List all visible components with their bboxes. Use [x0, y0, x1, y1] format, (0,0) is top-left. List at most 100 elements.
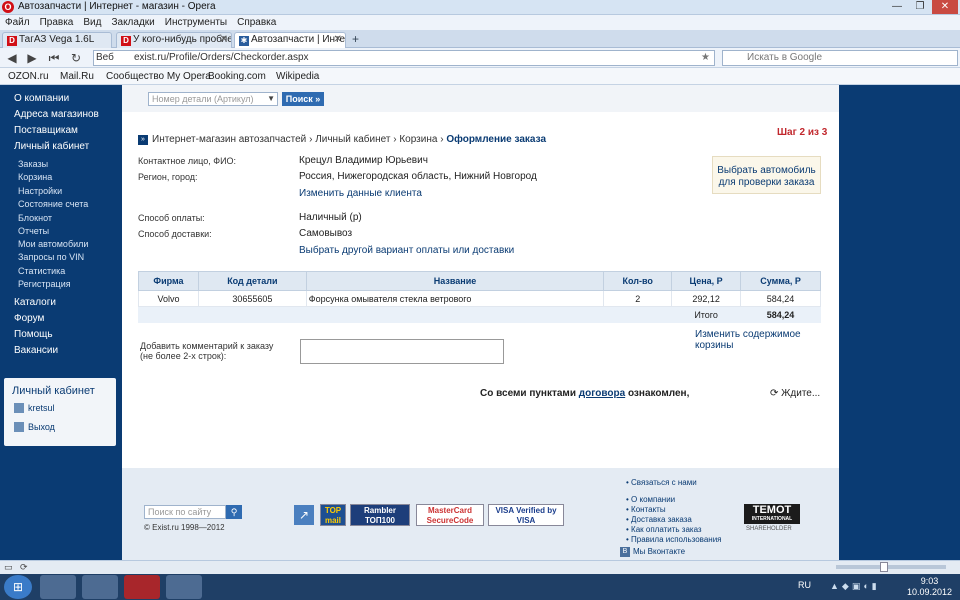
explorer-icon[interactable] — [82, 575, 118, 599]
minimize-button[interactable]: — — [886, 0, 908, 14]
tab-exist[interactable]: ✱Автозапчасти | Интер...✕ — [234, 32, 346, 48]
mastercard-badge[interactable]: MasterCard SecureCode — [416, 504, 484, 526]
nav-vin-requests[interactable]: Запросы по VIN — [18, 252, 84, 262]
nav-forum[interactable]: Форум — [14, 313, 44, 324]
username[interactable]: kretsul — [28, 403, 55, 413]
cell-sum: 584,24 — [740, 290, 821, 307]
nav-help[interactable]: Помощь — [14, 329, 53, 340]
contract-link[interactable]: договора — [579, 388, 625, 399]
nav-cart[interactable]: Корзина — [18, 172, 52, 182]
back-arrow-icon[interactable]: ◀ — [4, 50, 20, 66]
menu-bar: Файл Правка Вид Закладки Инструменты Справка — [0, 15, 960, 30]
language-indicator[interactable]: RU — [798, 580, 811, 590]
zoom-slider[interactable] — [836, 565, 946, 569]
bookmark-booking[interactable]: Booking.com — [208, 70, 266, 83]
bookmark-myopera[interactable]: Сообщество My Opera — [106, 70, 211, 83]
url-field[interactable]: Веб exist.ru/Profile/Orders/Checkorder.a… — [93, 50, 715, 66]
footer-link-about[interactable]: • О компании — [626, 495, 675, 504]
logout-icon — [14, 422, 24, 432]
choose-car-box[interactable]: Выбрать автомобиль для проверки заказа — [712, 156, 821, 194]
menu-bookmarks[interactable]: Закладки — [106, 15, 159, 30]
nav-statistics[interactable]: Статистика — [18, 266, 65, 276]
footer-link-rules[interactable]: • Правила использования — [626, 535, 722, 544]
arrow-logo-icon[interactable]: ↗ — [294, 505, 314, 525]
main-content: Номер детали (Артикул) ▼ Поиск » » Интерн… — [122, 85, 839, 560]
google-search-input[interactable]: Искать в Google — [722, 50, 958, 66]
comment-label: Добавить комментарий к заказу (не более … — [140, 341, 274, 361]
bookmark-star-icon[interactable]: ★ — [701, 51, 710, 65]
reload-icon[interactable]: ↻ — [68, 50, 84, 66]
bookmark-wikipedia[interactable]: Wikipedia — [276, 70, 319, 83]
forward-arrow-icon[interactable]: ▶ — [24, 50, 40, 66]
opera-task-icon[interactable] — [124, 575, 160, 599]
menu-file[interactable]: Файл — [0, 15, 35, 30]
spinner-icon: ⟳ — [770, 388, 779, 399]
dropdown-arrow-icon[interactable]: ▼ — [267, 93, 275, 105]
nav-addresses[interactable]: Адреса магазинов — [14, 109, 99, 120]
contact-us-link[interactable]: • Связаться с нами — [626, 478, 697, 487]
menu-edit[interactable]: Правка — [35, 15, 79, 30]
logout-link[interactable]: Выход — [28, 422, 55, 432]
menu-view[interactable]: Вид — [78, 15, 106, 30]
footer-link-contacts[interactable]: • Контакты — [626, 505, 666, 514]
zoom-slider-handle[interactable] — [880, 562, 888, 572]
breadcrumb-cabinet[interactable]: Личный кабинет — [315, 134, 390, 145]
site-search-icon[interactable]: ⚲ — [226, 505, 242, 519]
menu-help[interactable]: Справка — [232, 15, 281, 30]
footer-link-payment[interactable]: • Как оплатить заказ — [626, 525, 702, 534]
nav-vacancies[interactable]: Вакансии — [14, 345, 58, 356]
nav-notebook[interactable]: Блокнот — [18, 213, 52, 223]
site-search-input[interactable]: Поиск по сайту — [144, 505, 226, 519]
temot-logo[interactable]: TEMOT INTERNATIONAL — [744, 504, 800, 524]
breadcrumb-arrow-icon: » — [138, 135, 148, 145]
nav-orders[interactable]: Заказы — [18, 159, 48, 169]
media-player-icon[interactable] — [40, 575, 76, 599]
menu-tools[interactable]: Инструменты — [160, 15, 232, 30]
maximize-button[interactable]: ❐ — [909, 0, 931, 14]
bookmark-ozon[interactable]: OZON.ru — [8, 70, 49, 83]
page: О компании Адреса магазинов Поставщикам … — [0, 85, 960, 560]
close-button[interactable]: ✕ — [932, 0, 958, 14]
edit-cart-link[interactable]: Изменить содержимое корзины — [695, 329, 839, 351]
nav-cabinet[interactable]: Личный кабинет — [14, 141, 89, 152]
nav-about[interactable]: О компании — [14, 93, 69, 104]
breadcrumb-cart[interactable]: Корзина — [399, 134, 437, 145]
delivery-label: Способ доставки: — [138, 229, 212, 239]
breadcrumb: Интернет-магазин автозапчастей › Личный … — [152, 134, 547, 145]
tab-close-icon[interactable]: ✕ — [334, 33, 342, 47]
tab-problem[interactable]: DУ кого-нибудь пробле... ✕ — [116, 32, 232, 48]
top-mail-badge[interactable]: TOP mail — [320, 504, 346, 526]
change-client-link[interactable]: Изменить данные клиента — [299, 188, 422, 199]
nav-catalogs[interactable]: Каталоги — [14, 297, 56, 308]
clock[interactable]: 9:03 10.09.2012 — [907, 576, 952, 598]
rambler-badge[interactable]: Rambler ТОП100 — [350, 504, 410, 526]
tab-close-icon[interactable]: ✕ — [220, 33, 228, 47]
search-button[interactable]: Поиск » — [282, 92, 324, 106]
nav-account[interactable]: Состояние счета — [18, 199, 88, 209]
nav-my-cars[interactable]: Мои автомобили — [18, 239, 88, 249]
tab-tagaz[interactable]: D ТагАЗ Vega 1.6L — [2, 32, 112, 48]
paint-icon[interactable] — [166, 575, 202, 599]
footer-link-delivery[interactable]: • Доставка заказа — [626, 515, 692, 524]
agreement-text: Со всеми пунктами договора ознакомлен, — [480, 388, 690, 399]
bookmark-mailru[interactable]: Mail.Ru — [60, 70, 94, 83]
part-number-input[interactable]: Номер детали (Артикул) ▼ — [148, 92, 278, 106]
nav-suppliers[interactable]: Поставщикам — [14, 125, 78, 136]
col-price: Цена, Р — [671, 271, 742, 291]
vk-link[interactable]: Мы Вконтакте — [633, 547, 685, 556]
nav-registration[interactable]: Регистрация — [18, 279, 71, 289]
choose-car-line2: для проверки заказа — [718, 177, 815, 188]
nav-reports[interactable]: Отчеты — [18, 226, 49, 236]
panel-toggle-icon[interactable]: ▭ — [4, 562, 13, 573]
new-tab-plus-icon[interactable]: + — [352, 32, 359, 46]
tray-icons[interactable]: ▲◆▣◐▮ — [830, 581, 910, 593]
nav-settings[interactable]: Настройки — [18, 186, 62, 196]
col-name: Название — [305, 271, 605, 291]
breadcrumb-shop[interactable]: Интернет-магазин автозапчастей — [152, 134, 306, 145]
visa-badge[interactable]: VISA Verified by VISA — [488, 504, 564, 526]
change-payment-link[interactable]: Выбрать другой вариант оплаты или достав… — [299, 245, 514, 256]
comment-textarea[interactable] — [300, 339, 504, 364]
refresh-status-icon[interactable]: ⟳ — [20, 562, 28, 573]
start-button[interactable]: ⊞ — [4, 575, 32, 599]
rewind-icon[interactable]: ⏮ — [46, 50, 62, 66]
